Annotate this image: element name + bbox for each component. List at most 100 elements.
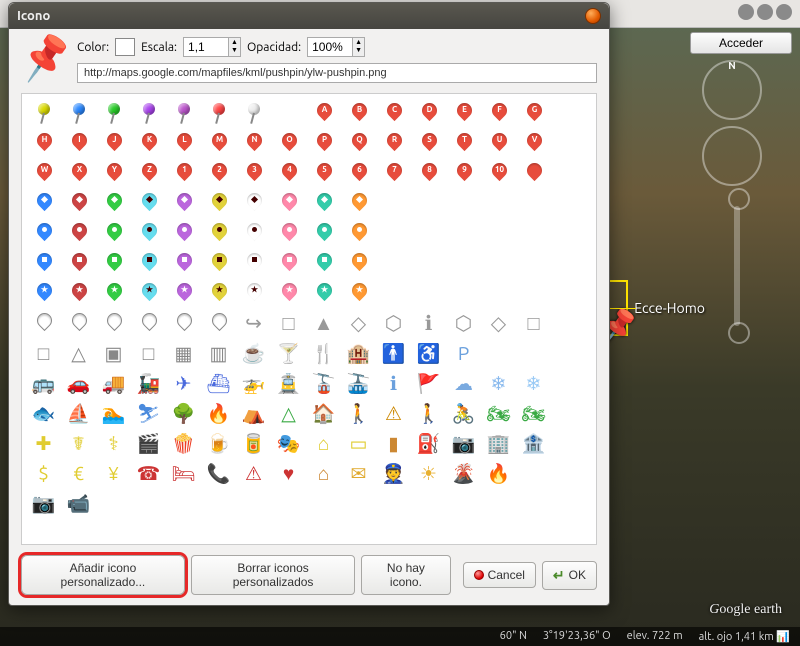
marker-outline-icon[interactable]: [203, 310, 234, 336]
close-parent-icon[interactable]: [776, 4, 792, 20]
marker-dot-icon[interactable]: [273, 220, 304, 246]
marker-letter-icon[interactable]: R: [378, 130, 409, 156]
poi-icon[interactable]: P: [448, 340, 479, 366]
poi-icon[interactable]: ▮: [378, 430, 409, 456]
marker-letter-icon[interactable]: Z: [133, 160, 164, 186]
delete-custom-icons-button[interactable]: Borrar iconos personalizados: [191, 555, 355, 595]
poi-icon[interactable]: 🚹: [378, 340, 409, 366]
marker-letter-icon[interactable]: C: [378, 100, 409, 126]
poi-icon[interactable]: 🍺: [203, 430, 234, 456]
poi-icon[interactable]: 🍴: [308, 340, 339, 366]
marker-letter-icon[interactable]: P: [308, 130, 339, 156]
marker-letter-icon[interactable]: K: [133, 130, 164, 156]
poi-icon[interactable]: 🏍: [518, 400, 549, 426]
shape-icon[interactable]: ⬡: [448, 310, 479, 336]
marker-diamond-icon[interactable]: [203, 190, 234, 216]
poi-icon[interactable]: 🐟: [28, 400, 59, 426]
poi-icon[interactable]: 📞: [203, 460, 234, 486]
marker-diamond-icon[interactable]: [238, 190, 269, 216]
poi-icon[interactable]: ⌂: [308, 460, 339, 486]
opacity-down-icon[interactable]: ▼: [353, 46, 364, 54]
poi-icon[interactable]: 🔥: [203, 400, 234, 426]
marker-square-icon[interactable]: [168, 250, 199, 276]
marker-letter-icon[interactable]: G: [518, 100, 549, 126]
poi-icon[interactable]: 🚴: [448, 400, 479, 426]
marker-diamond-icon[interactable]: [28, 190, 59, 216]
poi-icon[interactable]: 📷: [448, 430, 479, 456]
marker-letter-icon[interactable]: L: [168, 130, 199, 156]
shape-icon[interactable]: ⬡: [378, 310, 409, 336]
icon-url-input[interactable]: [77, 63, 597, 83]
marker-square-icon[interactable]: [308, 250, 339, 276]
marker-diamond-icon[interactable]: [98, 190, 129, 216]
poi-icon[interactable]: ☀: [413, 460, 444, 486]
poi-icon[interactable]: ▭: [343, 430, 374, 456]
marker-letter-icon[interactable]: 6: [343, 160, 374, 186]
marker-square-icon[interactable]: [343, 250, 374, 276]
poi-icon[interactable]: 🚶: [413, 400, 444, 426]
poi-icon[interactable]: 👮: [378, 460, 409, 486]
marker-diamond-icon[interactable]: [308, 190, 339, 216]
sign-in-button[interactable]: Acceder: [690, 32, 792, 54]
poi-icon[interactable]: 🚁: [238, 370, 269, 396]
poi-icon[interactable]: ❄: [518, 370, 549, 396]
look-compass[interactable]: N: [702, 60, 762, 120]
marker-letter-icon[interactable]: N: [238, 130, 269, 156]
poi-icon[interactable]: □: [28, 340, 59, 366]
opacity-up-icon[interactable]: ▲: [353, 38, 364, 46]
pushpin-icon[interactable]: [168, 100, 199, 126]
marker-letter-icon[interactable]: Q: [343, 130, 374, 156]
shape-icon[interactable]: □: [273, 310, 304, 336]
shape-icon[interactable]: ↪: [238, 310, 269, 336]
marker-letter-icon[interactable]: 9: [448, 160, 479, 186]
pushpin-icon[interactable]: [28, 100, 59, 126]
marker-dot-icon[interactable]: [238, 220, 269, 246]
poi-icon[interactable]: ✉: [343, 460, 374, 486]
poi-icon[interactable]: 🚗: [63, 370, 94, 396]
poi-icon[interactable]: ▣: [98, 340, 129, 366]
marker-letter-icon[interactable]: A: [308, 100, 339, 126]
marker-letter-icon[interactable]: I: [63, 130, 94, 156]
poi-icon[interactable]: ℹ: [378, 370, 409, 396]
poi-icon[interactable]: ❄: [483, 370, 514, 396]
close-icon[interactable]: [585, 8, 601, 24]
marker-star-icon[interactable]: [168, 280, 199, 306]
poi-icon[interactable]: ⛵: [63, 400, 94, 426]
marker-square-icon[interactable]: [273, 250, 304, 276]
marker-letter-icon[interactable]: T: [448, 130, 479, 156]
marker-letter-icon[interactable]: Y: [98, 160, 129, 186]
poi-icon[interactable]: 🥫: [238, 430, 269, 456]
poi-icon[interactable]: 🌳: [168, 400, 199, 426]
marker-star-icon[interactable]: [133, 280, 164, 306]
marker-star-icon[interactable]: [98, 280, 129, 306]
marker-outline-icon[interactable]: [168, 310, 199, 336]
poi-icon[interactable]: 🔥: [483, 460, 514, 486]
marker-letter-icon[interactable]: F: [483, 100, 514, 126]
poi-icon[interactable]: 🚶: [343, 400, 374, 426]
shape-icon[interactable]: ▲: [308, 310, 339, 336]
marker-dot-icon[interactable]: [203, 220, 234, 246]
poi-icon[interactable]: ☎: [133, 460, 164, 486]
poi-icon[interactable]: 🚌: [28, 370, 59, 396]
marker-diamond-icon[interactable]: [343, 190, 374, 216]
poi-icon[interactable]: ⚠: [378, 400, 409, 426]
marker-letter-icon[interactable]: E: [448, 100, 479, 126]
shape-icon[interactable]: ◇: [483, 310, 514, 336]
pushpin-icon[interactable]: [98, 100, 129, 126]
poi-icon[interactable]: 🚡: [308, 370, 339, 396]
marker-letter-icon[interactable]: 3: [238, 160, 269, 186]
pushpin-icon[interactable]: [133, 100, 164, 126]
dialog-titlebar[interactable]: Icono: [9, 3, 609, 29]
poi-icon[interactable]: ⛷: [133, 400, 164, 426]
poi-icon[interactable]: ✚: [28, 430, 59, 456]
poi-icon[interactable]: 🏨: [343, 340, 374, 366]
marker-letter-icon[interactable]: 7: [378, 160, 409, 186]
marker-dot-icon[interactable]: [343, 220, 374, 246]
poi-icon[interactable]: ✈: [168, 370, 199, 396]
scale-down-icon[interactable]: ▼: [229, 46, 240, 54]
poi-icon[interactable]: 🏢: [483, 430, 514, 456]
poi-icon[interactable]: 🚩: [413, 370, 444, 396]
marker-dot-icon[interactable]: [168, 220, 199, 246]
zoom-slider[interactable]: [734, 206, 740, 326]
poi-icon[interactable]: 🍸: [273, 340, 304, 366]
